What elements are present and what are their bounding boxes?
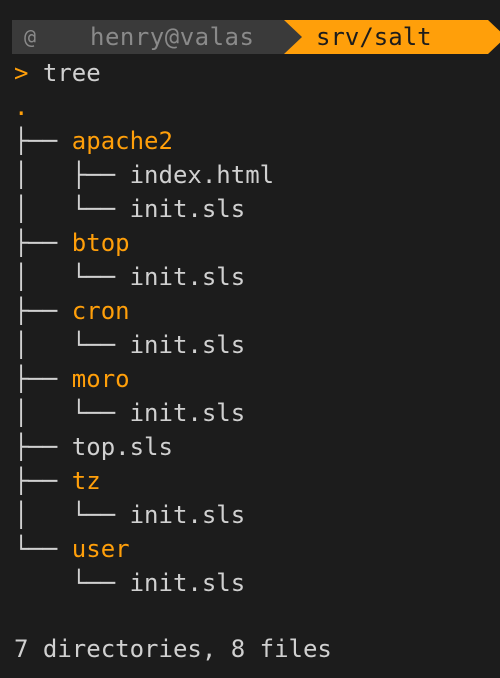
tree-file-name: init.sls <box>129 263 246 291</box>
tree-row: ├── apache2 <box>14 124 173 158</box>
tree-directory-name: tz <box>71 467 101 495</box>
tree-row: ├── moro <box>14 362 130 396</box>
tree-branch: ├── <box>14 297 72 325</box>
tree-branch: ├── <box>14 229 72 257</box>
prompt-bar: @ henry@valas srv/salt <box>12 20 500 54</box>
tree-row: │ └── init.sls <box>14 328 245 362</box>
tree-branch: ├── <box>14 467 72 495</box>
tree-row: ├── cron <box>14 294 130 328</box>
prompt-user-host: henry@valas <box>90 23 255 51</box>
tree-row: │ └── init.sls <box>14 396 245 430</box>
tree-directory-name: apache2 <box>71 127 173 155</box>
tree-file-name: init.sls <box>129 195 246 223</box>
prompt-user-segment: @ henry@valas <box>12 20 284 54</box>
tree-branch: │ ├── <box>14 161 130 189</box>
tree-directory-name: btop <box>71 229 130 257</box>
tree-branch: │ └── <box>14 263 130 291</box>
tree-row: │ └── init.sls <box>14 498 245 532</box>
tree-row: │ ├── index.html <box>14 158 274 192</box>
tree-branch: │ └── <box>14 195 130 223</box>
tree-branch: │ └── <box>14 331 130 359</box>
tree-file-name: init.sls <box>129 501 246 529</box>
tree-branch: └── <box>14 535 72 563</box>
tree-root: . <box>14 90 28 124</box>
tree-row: └── init.sls <box>14 566 245 600</box>
prompt-caret: > <box>14 59 29 87</box>
tree-branch: │ └── <box>14 501 130 529</box>
tree-directory-name: cron <box>71 297 130 325</box>
tree-directory-name: moro <box>71 365 130 393</box>
tree-branch: ├── <box>14 433 72 461</box>
tree-summary: 7 directories, 8 files <box>14 635 332 663</box>
tree-file-name: init.sls <box>129 331 246 359</box>
tree-file-name: index.html <box>129 161 275 189</box>
tree-row: ├── tz <box>14 464 101 498</box>
tree-branch: ├── <box>14 127 72 155</box>
prompt-path: srv/salt <box>316 23 432 51</box>
tree-file-name: init.sls <box>129 399 246 427</box>
tree-file-name: top.sls <box>71 433 173 461</box>
tree-directory-name: user <box>71 535 130 563</box>
tree-file-name: init.sls <box>129 569 246 597</box>
tree-row: │ └── init.sls <box>14 192 245 226</box>
command-line: > tree <box>14 56 101 90</box>
command-text: tree <box>42 59 101 87</box>
prompt-path-segment: srv/salt <box>284 20 500 54</box>
tree-branch: ├── <box>14 365 72 393</box>
tree-root-dot: . <box>14 93 29 121</box>
tree-row: ├── top.sls <box>14 430 173 464</box>
tree-branch: └── <box>14 569 130 597</box>
tree-row: ├── btop <box>14 226 130 260</box>
tree-row: └── user <box>14 532 130 566</box>
os-icon: @ <box>24 25 37 49</box>
tree-branch: │ └── <box>14 399 130 427</box>
tree-row: │ └── init.sls <box>14 260 245 294</box>
